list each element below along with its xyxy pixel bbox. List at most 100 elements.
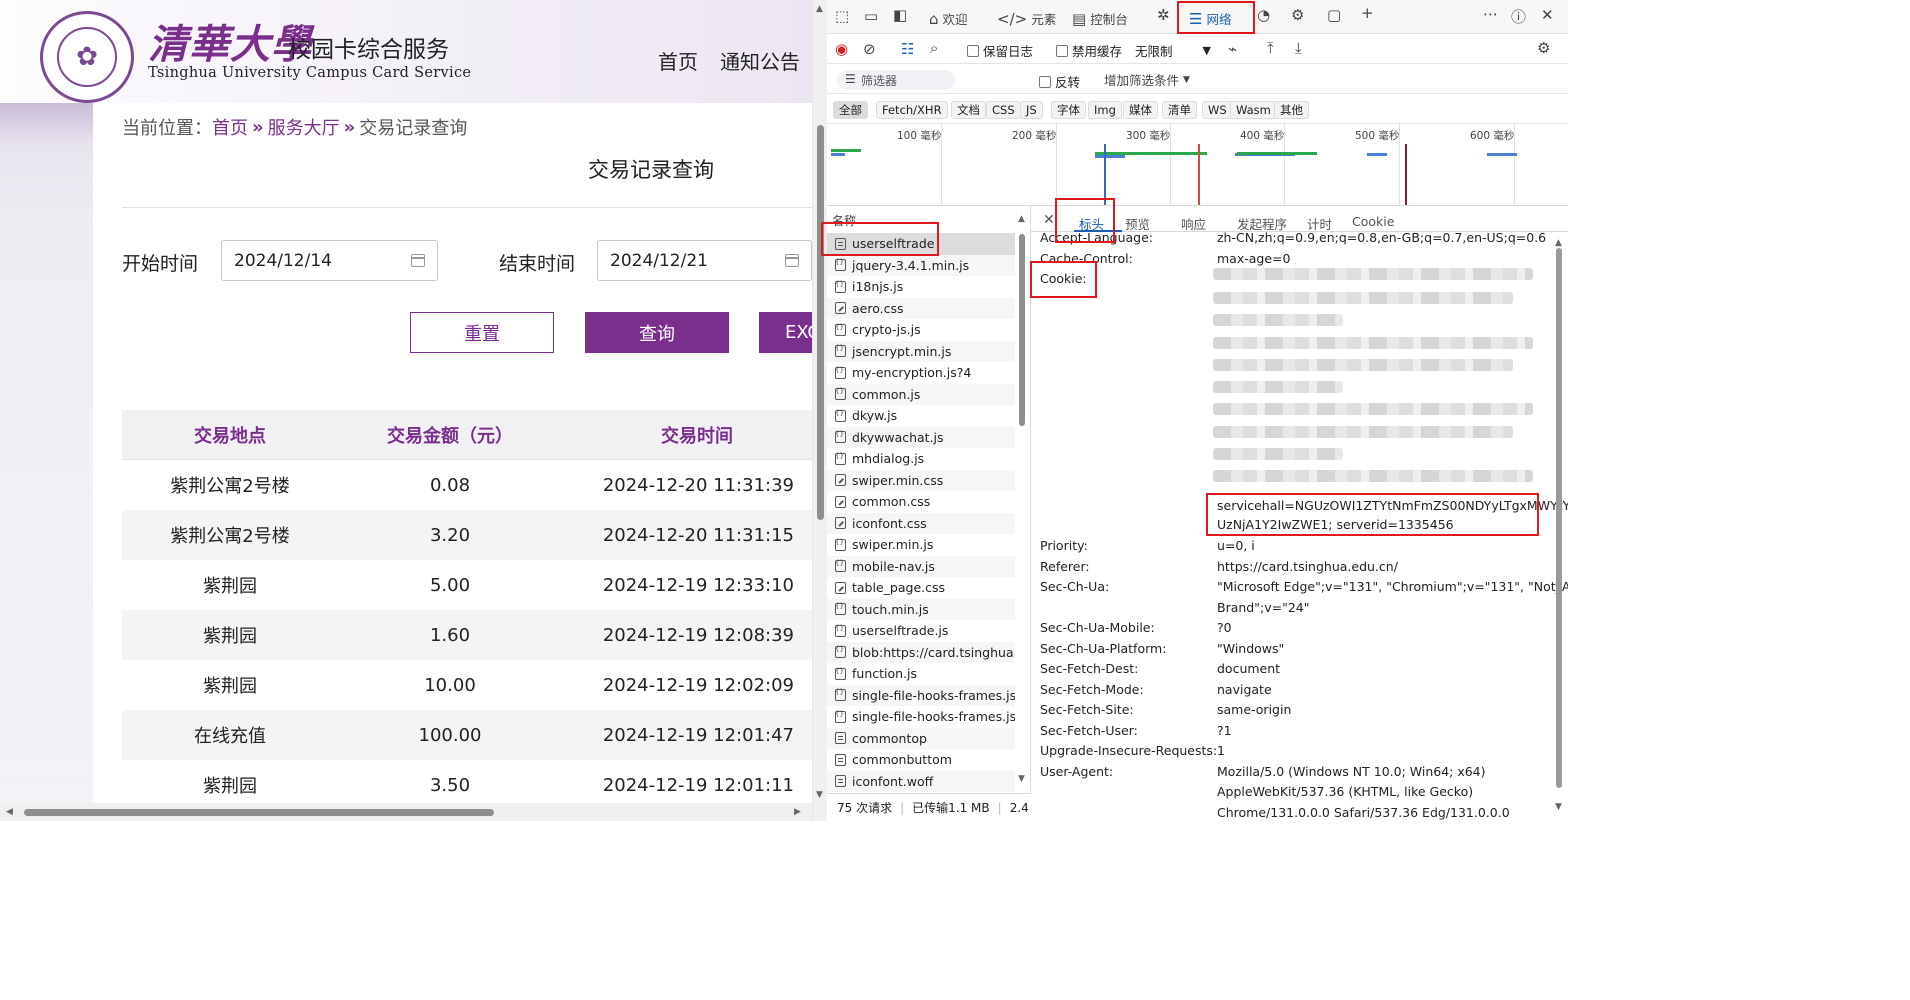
request-row[interactable]: userselftrade.js — [827, 620, 1015, 642]
close-devtools-icon[interactable]: ✕ — [1541, 6, 1554, 24]
add-tab-icon[interactable]: + — [1361, 4, 1374, 22]
request-row[interactable]: blob:https://card.tsinghua.e... — [827, 641, 1015, 663]
request-row[interactable]: iconfont.woff — [827, 770, 1015, 792]
tab-cookies[interactable]: Cookie — [1352, 214, 1394, 229]
scroll-right-icon[interactable]: ▶ — [794, 807, 801, 817]
request-row[interactable]: commontop — [827, 727, 1015, 749]
type-filter-chip[interactable]: WS — [1202, 101, 1233, 119]
search-icon[interactable]: ⌕ — [930, 39, 938, 57]
request-list-scroll-thumb[interactable] — [1019, 234, 1025, 426]
bug-icon[interactable]: ✲ — [1157, 6, 1170, 24]
breadcrumb-service-hall-link[interactable]: 服务大厅 — [268, 114, 340, 140]
request-row[interactable]: function.js — [827, 663, 1015, 685]
page-horizontal-scroll-thumb[interactable] — [24, 809, 494, 816]
cell-time: 2024-12-20 11:31:39 — [602, 474, 794, 496]
filter-input[interactable]: ☰ 筛选器 — [837, 70, 955, 90]
tab-console[interactable]: ▤ 控制台 — [1072, 9, 1128, 28]
export-excel-button[interactable]: EXCEL — [759, 312, 812, 353]
request-row[interactable]: jsencrypt.min.js — [827, 340, 1015, 362]
page-horizontal-scrollbar[interactable]: ◀ ▶ — [0, 803, 812, 821]
page-vertical-scrollbar[interactable]: ▲ ▼ — [812, 0, 827, 821]
request-row[interactable]: iconfont.css — [827, 512, 1015, 534]
scroll-left-icon[interactable]: ◀ — [6, 807, 13, 817]
scroll-down-icon[interactable]: ▼ — [1018, 774, 1025, 784]
page-vertical-scroll-thumb[interactable] — [817, 125, 824, 520]
request-row[interactable]: mhdialog.js — [827, 448, 1015, 470]
settings-gear-icon[interactable]: ⚙ — [1291, 6, 1304, 24]
type-filter-chip[interactable]: Img — [1088, 101, 1122, 119]
request-row[interactable]: jquery-3.4.1.min.js — [827, 254, 1015, 276]
invert-checkbox[interactable]: 反转 — [1039, 72, 1080, 91]
type-filter-chip[interactable]: CSS — [986, 101, 1021, 119]
tab-elements[interactable]: </> 元素 — [997, 9, 1056, 28]
query-button[interactable]: 查询 — [585, 312, 729, 353]
type-filter-chip[interactable]: JS — [1020, 101, 1043, 119]
breadcrumb-home-link[interactable]: 首页 — [212, 114, 248, 140]
network-settings-icon[interactable]: ⚙ — [1537, 39, 1550, 57]
type-filter-chip[interactable]: 媒体 — [1123, 101, 1158, 119]
scroll-up-icon[interactable]: ▲ — [816, 4, 823, 14]
device-emulation-icon[interactable]: ▭ — [864, 7, 878, 25]
type-filter-chip[interactable]: 清单 — [1162, 101, 1197, 119]
request-row[interactable]: dkywwachat.js — [827, 426, 1015, 448]
start-date-input[interactable]: 2024/12/14 — [221, 240, 438, 281]
scroll-down-icon[interactable]: ▼ — [816, 790, 823, 800]
import-har-icon[interactable]: ⤒ — [1267, 39, 1274, 57]
request-row[interactable]: dkyw.js — [827, 405, 1015, 427]
type-filter-chip[interactable]: 全部 — [833, 101, 868, 119]
more-options-icon[interactable]: ⋯ — [1483, 5, 1498, 23]
type-filter-chip[interactable]: 其他 — [1274, 101, 1309, 119]
nav-notice-link[interactable]: 通知公告 — [720, 46, 800, 75]
export-har-icon[interactable]: ⤓ — [1295, 39, 1302, 57]
request-row[interactable]: common.js — [827, 383, 1015, 405]
request-row[interactable]: mobile-nav.js — [827, 555, 1015, 577]
type-filter-chip[interactable]: 字体 — [1051, 101, 1086, 119]
disable-cache-checkbox[interactable]: 禁用缓存 — [1056, 41, 1122, 60]
tsinghua-logo[interactable]: ✿ — [40, 11, 134, 103]
nav-home-link[interactable]: 首页 — [658, 46, 698, 75]
type-filter-chip[interactable]: Wasm — [1230, 101, 1277, 119]
detail-scrollbar[interactable]: ▲ ▼ — [1553, 236, 1565, 816]
calendar-icon[interactable] — [785, 254, 799, 267]
redacted-cookie-line — [1213, 381, 1343, 393]
request-row[interactable]: my-encryption.js?4 — [827, 362, 1015, 384]
request-row[interactable]: commonbuttom — [827, 749, 1015, 771]
calendar-icon[interactable] — [411, 254, 425, 267]
help-icon[interactable]: ⓘ — [1511, 6, 1526, 27]
scroll-down-icon[interactable]: ▼ — [1555, 802, 1562, 812]
request-row[interactable]: swiper.min.js — [827, 534, 1015, 556]
tab-response[interactable]: 响应 — [1181, 214, 1206, 233]
request-row[interactable]: single-file-hooks-frames.js — [827, 684, 1015, 706]
sidebar-toggle-icon[interactable]: ◧ — [893, 6, 907, 24]
request-row[interactable]: aero.css — [827, 297, 1015, 319]
network-timeline-overview[interactable]: 100 毫秒 200 毫秒 300 毫秒 400 毫秒 500 毫秒 600 毫秒 — [827, 124, 1568, 206]
end-date-input[interactable]: 2024/12/21 — [597, 240, 812, 281]
performance-icon[interactable]: ◔ — [1257, 6, 1270, 24]
script-icon — [835, 559, 846, 573]
more-filters-dropdown[interactable]: 增加筛选条件 ▼ — [1104, 70, 1190, 89]
detail-scroll-thumb[interactable] — [1556, 248, 1562, 788]
record-stop-icon[interactable]: ◉ — [835, 40, 848, 58]
reset-button[interactable]: 重置 — [410, 312, 554, 353]
preserve-log-checkbox[interactable]: 保留日志 — [967, 41, 1033, 60]
clear-icon[interactable]: ⊘ — [863, 40, 876, 58]
request-row[interactable]: single-file-hooks-frames.js — [827, 706, 1015, 728]
throttling-select[interactable]: 无限制 ▼ — [1135, 41, 1211, 60]
filter-toggle-icon[interactable]: ☷ — [901, 40, 914, 58]
request-row[interactable]: crypto-js.js — [827, 319, 1015, 341]
tab-welcome[interactable]: ⌂ 欢迎 — [929, 9, 968, 28]
request-list-scrollbar[interactable]: ▲ ▼ — [1016, 214, 1028, 784]
close-detail-icon[interactable]: ✕ — [1043, 212, 1055, 228]
type-filter-chip[interactable]: 文档 — [951, 101, 986, 119]
scroll-up-icon[interactable]: ▲ — [1555, 238, 1562, 248]
type-filter-chip[interactable]: Fetch/XHR — [876, 101, 948, 119]
scroll-up-icon[interactable]: ▲ — [1018, 214, 1025, 224]
inspect-element-icon[interactable]: ⬚ — [835, 7, 849, 25]
request-row[interactable]: swiper.min.css — [827, 469, 1015, 491]
application-icon[interactable]: ▢ — [1327, 6, 1341, 24]
network-conditions-icon[interactable]: ⌁ — [1228, 40, 1237, 58]
request-row[interactable]: i18njs.js — [827, 276, 1015, 298]
request-row[interactable]: table_page.css — [827, 577, 1015, 599]
request-row[interactable]: common.css — [827, 491, 1015, 513]
request-row[interactable]: touch.min.js — [827, 598, 1015, 620]
